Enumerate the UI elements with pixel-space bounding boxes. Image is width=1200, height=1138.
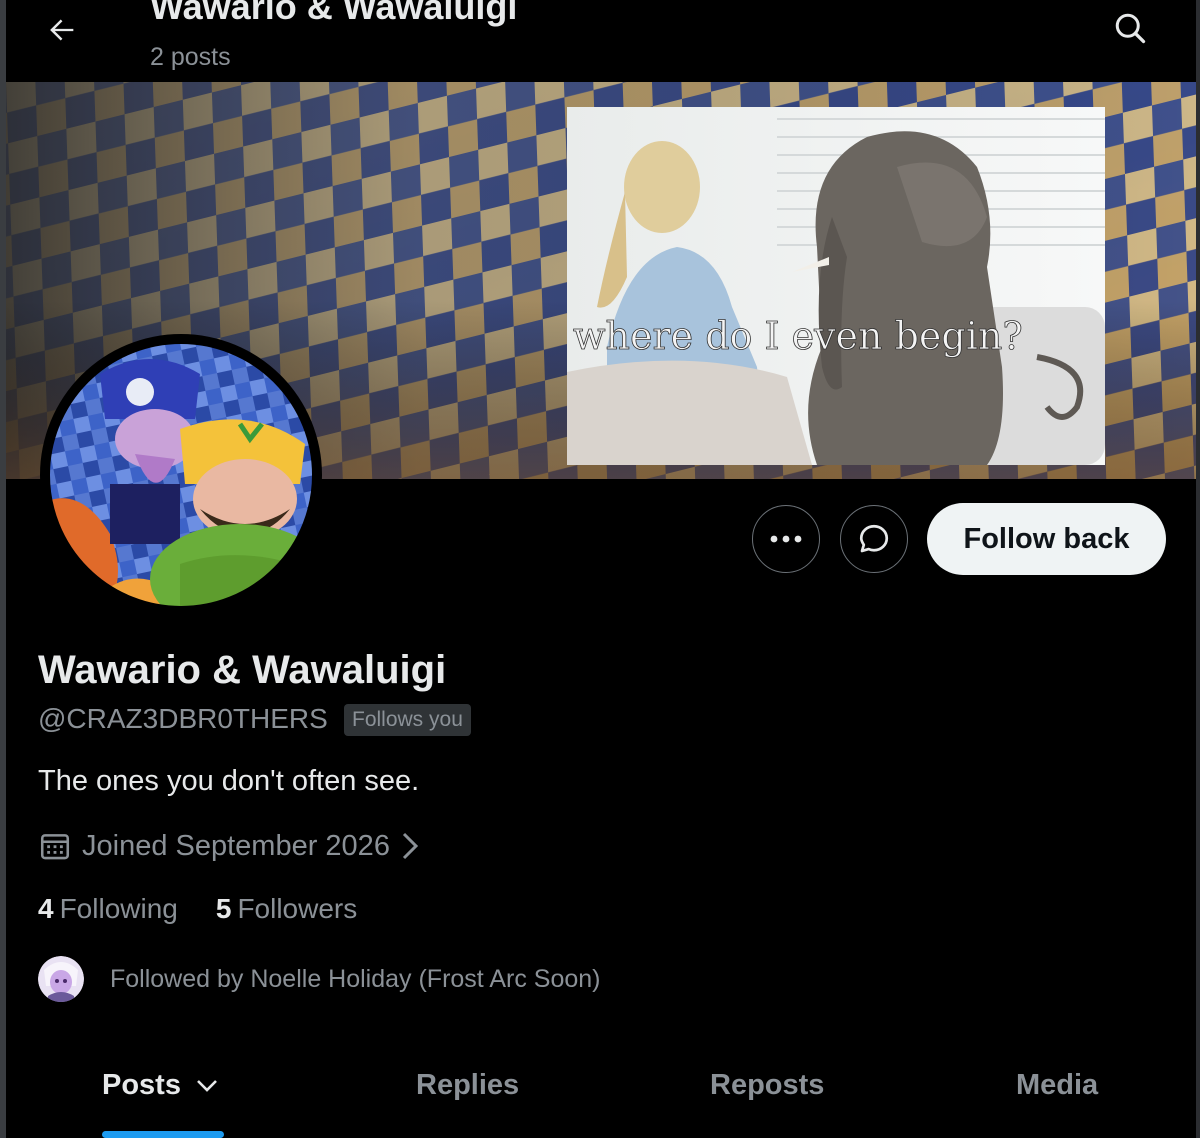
- tab-posts[interactable]: Posts: [102, 1069, 219, 1102]
- more-options-button[interactable]: [752, 505, 820, 573]
- message-icon: [859, 524, 889, 553]
- joined-text: Joined September 2026: [82, 829, 390, 862]
- tab-reposts[interactable]: Reposts: [710, 1069, 824, 1102]
- followers-label: Followers: [237, 893, 358, 924]
- window-edge: [1196, 0, 1200, 1138]
- followed-by-row[interactable]: Followed by Noelle Holiday (Frost Arc So…: [38, 955, 600, 1003]
- back-arrow-icon: [50, 19, 74, 41]
- header-title: Wawario & Wawaluigi: [150, 0, 518, 27]
- more-dots-icon: [770, 535, 802, 543]
- tab-replies[interactable]: Replies: [416, 1069, 519, 1102]
- profile-tabs: Posts Replies Reposts Media: [6, 1055, 1196, 1138]
- tab-media[interactable]: Media: [1016, 1069, 1098, 1102]
- followers-link[interactable]: 5 Followers: [216, 893, 357, 925]
- following-count: 4: [38, 893, 54, 924]
- tab-label: Posts: [102, 1069, 181, 1101]
- message-button[interactable]: [840, 505, 908, 573]
- joined-date[interactable]: Joined September 2026: [38, 826, 420, 866]
- profile-bio: The ones you don't often see.: [38, 765, 420, 797]
- top-bar: Wawario & Wawaluigi 2 posts: [6, 0, 1196, 82]
- search-button[interactable]: [1108, 6, 1152, 50]
- followers-count: 5: [215, 893, 232, 924]
- profile-page: Wawario & Wawaluigi 2 posts where do I e…: [0, 0, 1200, 1138]
- active-tab-indicator: [102, 1131, 224, 1138]
- chevron-right-icon: [402, 832, 419, 860]
- user-handle: @CRAZ3DBR0THERS: [38, 703, 328, 734]
- meme-image: where do I even begin?: [567, 107, 1105, 465]
- post-count: 2 posts: [150, 43, 231, 71]
- back-button[interactable]: [40, 8, 84, 52]
- follower-avatar: [38, 956, 84, 1002]
- meme-caption: where do I even begin?: [573, 314, 1023, 358]
- display-name: Wawario & Wawaluigi: [38, 648, 447, 692]
- search-icon: [1115, 13, 1146, 44]
- following-link[interactable]: 4 Following: [38, 893, 178, 925]
- follows-you-badge: Follows you: [344, 704, 471, 736]
- chevron-down-icon: [197, 1079, 217, 1092]
- follow-stats: 4 Following 5 Followers: [38, 893, 357, 925]
- follow-back-button[interactable]: Follow back: [927, 503, 1166, 575]
- profile-avatar[interactable]: [40, 334, 322, 616]
- calendar-icon: [40, 834, 70, 860]
- followed-by-text: Followed by Noelle Holiday (Frost Arc So…: [110, 964, 601, 993]
- following-label: Following: [59, 893, 178, 924]
